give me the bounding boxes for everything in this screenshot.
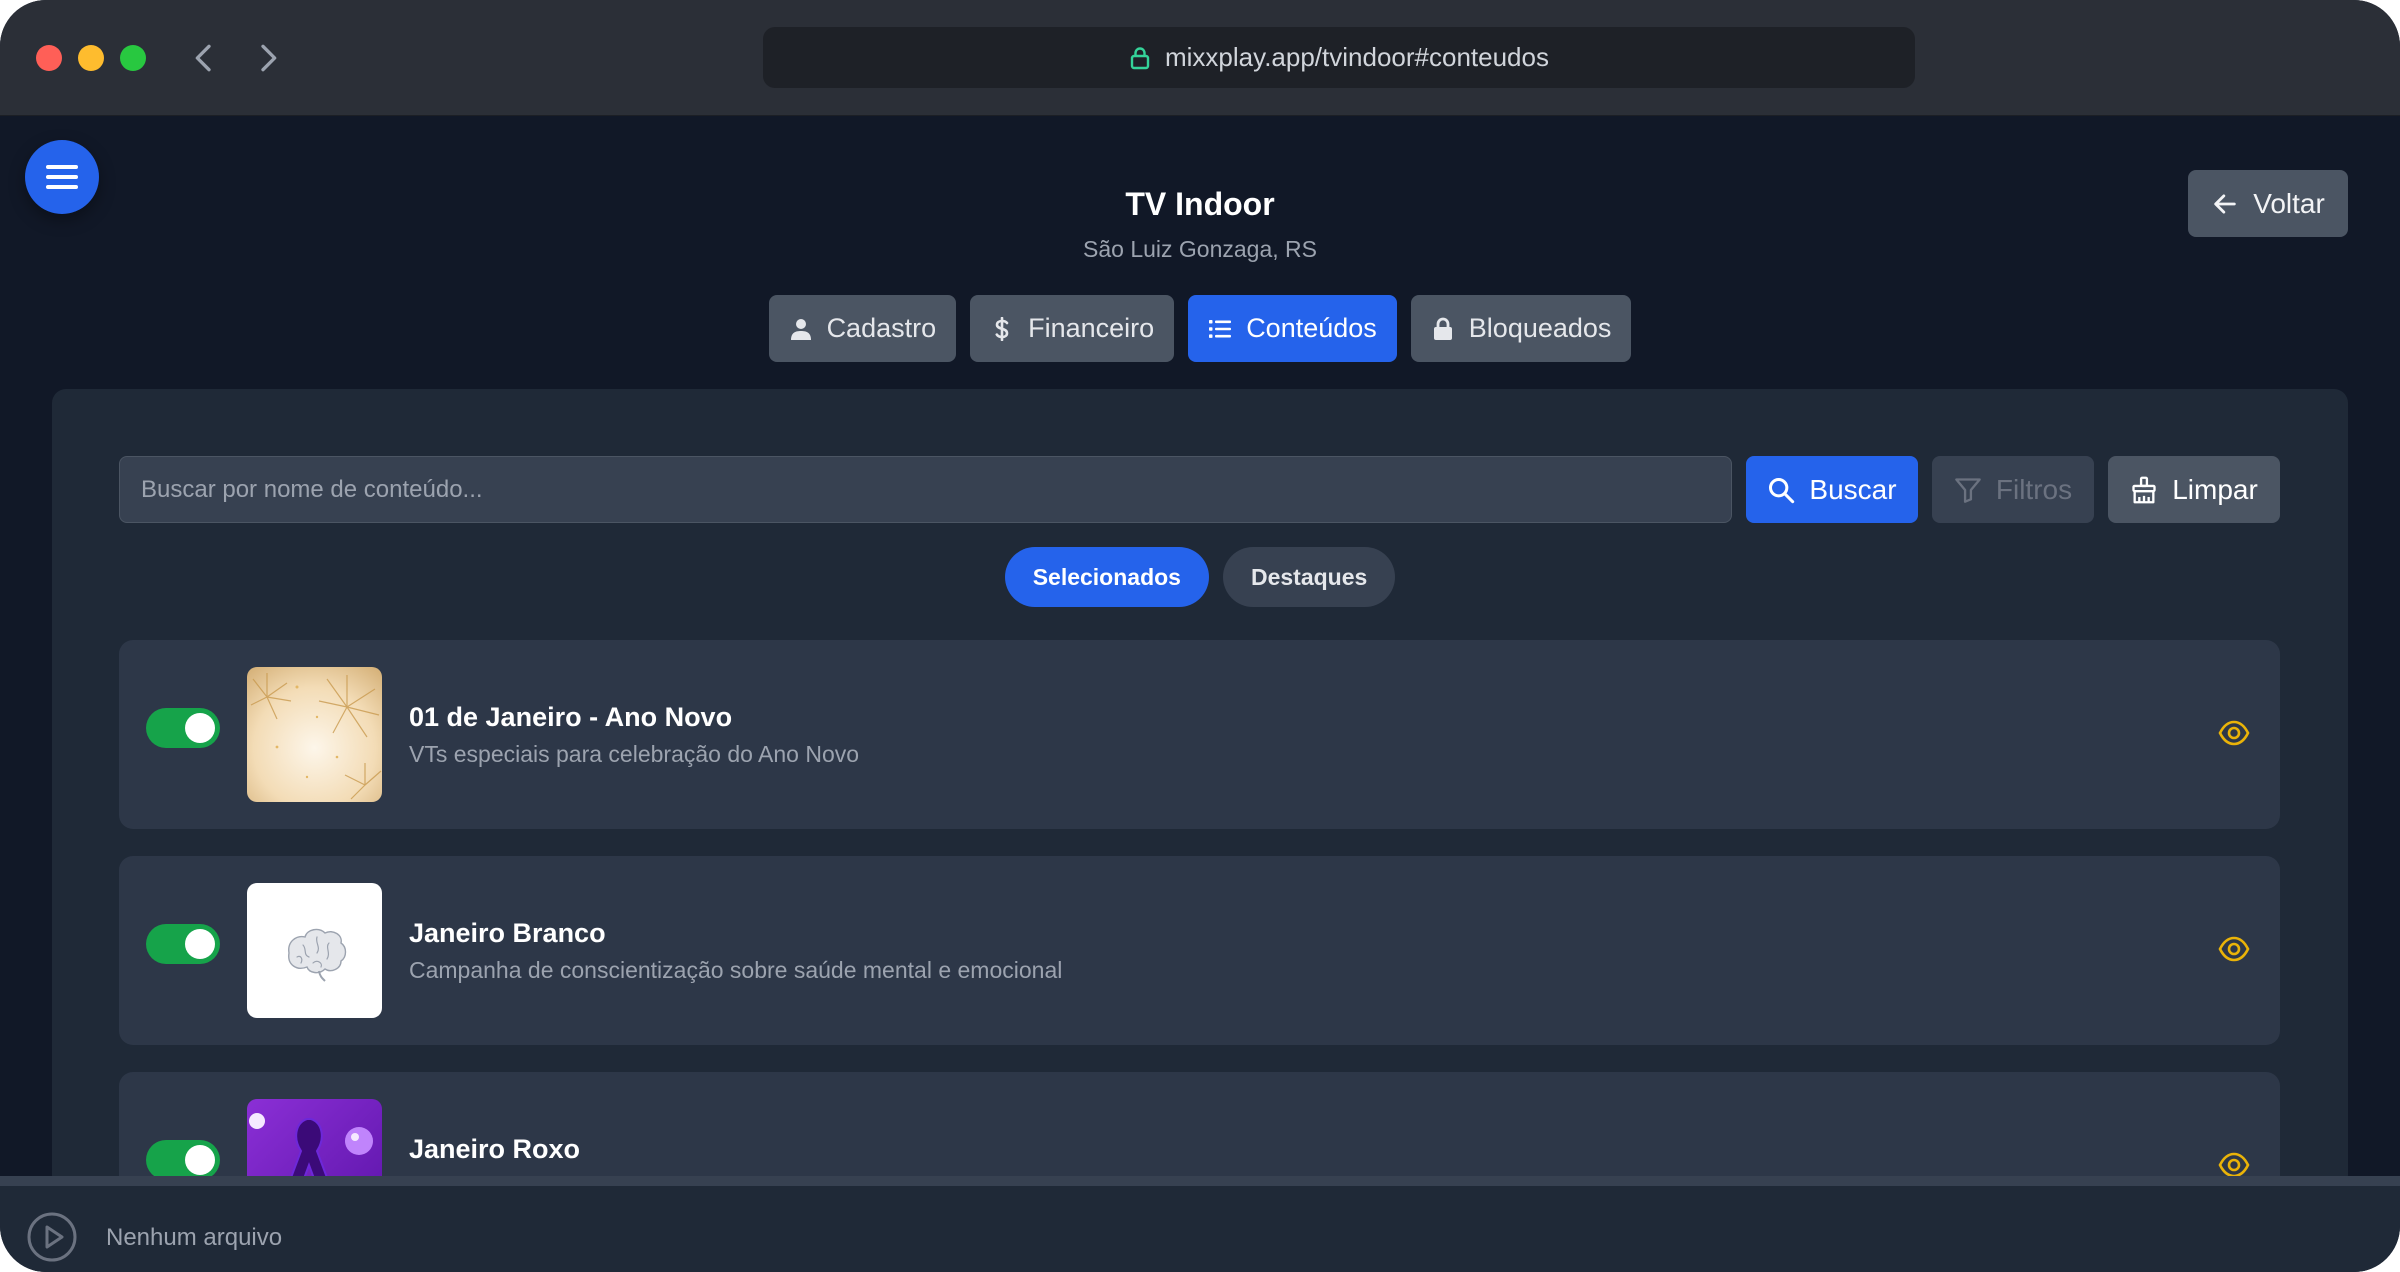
tab-conteudos[interactable]: Conteúdos xyxy=(1188,295,1397,362)
clear-button-label: Limpar xyxy=(2172,473,2258,505)
browser-toolbar: mixxplay.app/tvindoor#conteudos xyxy=(0,0,2400,116)
toggle-knob xyxy=(185,929,215,959)
back-button[interactable]: Voltar xyxy=(2188,170,2348,237)
page-subtitle: São Luiz Gonzaga, RS xyxy=(1083,236,1317,262)
section-tabs: Cadastro Financeiro Conteúdos Bloqueados xyxy=(0,295,2400,362)
contents-panel: Buscar Filtros Limpar Selecionados Desta… xyxy=(52,389,2348,1261)
content-card: Janeiro Branco Campanha de conscientizaç… xyxy=(119,856,2280,1045)
filters-button[interactable]: Filtros xyxy=(1932,456,2094,523)
tab-financeiro[interactable]: Financeiro xyxy=(970,295,1175,362)
dollar-icon xyxy=(995,316,1009,341)
play-icon[interactable] xyxy=(26,1211,78,1263)
content-thumbnail xyxy=(247,667,382,802)
forward-arrow-icon[interactable] xyxy=(248,38,288,78)
tab-label: Financeiro xyxy=(1028,313,1155,343)
content-toggle[interactable] xyxy=(146,1140,220,1180)
subtab-selecionados[interactable]: Selecionados xyxy=(1004,547,1209,607)
url-text: mixxplay.app/tvindoor#conteudos xyxy=(1165,42,1549,72)
toggle-knob xyxy=(185,1145,215,1175)
tab-bloqueados[interactable]: Bloqueados xyxy=(1410,295,1632,362)
lock-icon xyxy=(1130,46,1150,69)
page-title: TV Indoor xyxy=(1125,186,1275,222)
address-bar[interactable]: mixxplay.app/tvindoor#conteudos xyxy=(763,27,1915,88)
content-toggle[interactable] xyxy=(146,924,220,964)
content-title: Janeiro Branco xyxy=(409,918,606,948)
list-icon xyxy=(1209,319,1232,338)
eye-icon[interactable] xyxy=(2218,719,2250,747)
player-bar: Nenhum arquivo xyxy=(0,1176,2400,1272)
tab-label: Cadastro xyxy=(826,313,937,343)
search-button[interactable]: Buscar xyxy=(1746,456,1918,523)
eye-icon[interactable] xyxy=(2218,1151,2250,1179)
maximize-window-button[interactable] xyxy=(120,45,146,71)
minimize-window-button[interactable] xyxy=(78,45,104,71)
lock-icon xyxy=(1433,317,1452,340)
tab-label: Conteúdos xyxy=(1246,313,1377,343)
content-title: 01 de Janeiro - Ano Novo xyxy=(409,702,733,732)
back-button-label: Voltar xyxy=(2253,187,2325,219)
back-arrow-icon[interactable] xyxy=(184,38,224,78)
app-content: TV Indoor São Luiz Gonzaga, RS Voltar Ca… xyxy=(0,116,2400,1261)
search-input[interactable] xyxy=(119,456,1732,523)
close-window-button[interactable] xyxy=(36,45,62,71)
content-card: 01 de Janeiro - Ano Novo VTs especiais p… xyxy=(119,640,2280,829)
user-icon xyxy=(790,318,811,340)
brain-image xyxy=(247,883,382,1018)
content-thumbnail xyxy=(247,883,382,1018)
search-icon xyxy=(1769,477,1795,503)
search-button-label: Buscar xyxy=(1809,473,1897,505)
browser-window: mixxplay.app/tvindoor#conteudos TV Indoo… xyxy=(0,0,2400,1272)
content-toggle[interactable] xyxy=(146,708,220,748)
arrow-left-icon xyxy=(2214,193,2236,214)
filter-icon xyxy=(1955,477,1981,503)
eye-icon[interactable] xyxy=(2218,935,2250,963)
fireworks-image xyxy=(247,667,382,802)
subtab-destaques[interactable]: Destaques xyxy=(1222,547,1396,607)
content-description: Campanha de conscientização sobre saúde … xyxy=(409,957,1063,983)
content-title: Janeiro Roxo xyxy=(409,1134,581,1164)
clear-button[interactable]: Limpar xyxy=(2108,456,2280,523)
content-filter-tabs: Selecionados Destaques xyxy=(52,547,2348,607)
content-description: VTs especiais para celebração do Ano Nov… xyxy=(409,741,860,767)
broom-icon xyxy=(2132,476,2156,503)
player-status: Nenhum arquivo xyxy=(106,1224,283,1251)
filters-button-label: Filtros xyxy=(1995,473,2073,505)
tab-label: Bloqueados xyxy=(1468,313,1612,343)
toggle-knob xyxy=(185,713,215,743)
tab-cadastro[interactable]: Cadastro xyxy=(768,295,957,362)
